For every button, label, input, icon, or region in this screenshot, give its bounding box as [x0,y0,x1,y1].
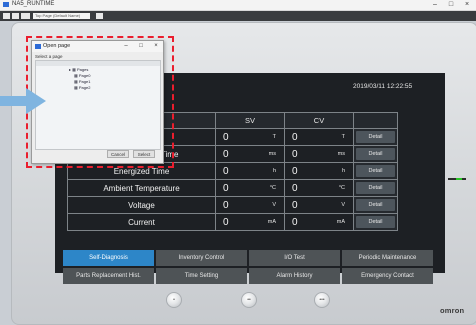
sv-unit: h [272,168,276,174]
cv-unit: mA [336,219,345,225]
page-combo[interactable]: Top Page (Default Name) [33,13,90,19]
sv-value: 0 [223,132,229,143]
cv-value: 0 [292,217,298,228]
sv-value: 0 [223,166,229,177]
detail-button[interactable]: Detail [356,131,395,143]
cv-value: 0 [292,183,298,194]
row-label: Voltage [67,196,216,214]
detail-button[interactable]: Detail [356,165,395,177]
cv-value: 0 [292,132,298,143]
sv-cell: 0T [215,128,285,146]
header-blank [353,112,398,129]
row-label: Ambient Temperature [67,179,216,197]
detail-cell: Detail [353,196,398,214]
menu-emergency-contact[interactable]: Emergency Contact [342,268,433,284]
sv-cell: 0V [215,196,285,214]
power-led [456,178,462,180]
arrow-shape [0,88,46,114]
highlight-frame [26,36,174,168]
window-title: NA5_RUNTIME [12,1,55,7]
table-row: Current 0 mA 0 mA Detail [67,213,398,231]
cv-unit: T [341,134,345,140]
toolbar-button-1[interactable] [3,13,10,19]
cv-cell: 0 mA [284,213,354,231]
sv-unit: V [272,202,276,208]
bezel-button-2[interactable]: •• [241,292,257,308]
sv-unit: °C [269,185,276,191]
sv-value: 0 [223,183,229,194]
cv-unit: °C [338,185,345,191]
sv-cell: 0 ms [215,145,285,163]
cv-cell: 0V [284,196,354,214]
omron-logo: omron [440,306,465,315]
sv-value: 0 [223,200,229,211]
toolbar-button-4[interactable] [96,13,103,19]
sv-cell: 0 °C [215,179,285,197]
menu-parts-replacement-hist[interactable]: Parts Replacement Hist. [63,268,154,284]
table-row: Ambient Temperature 0 °C 0 °C Detail [67,179,398,197]
window-titlebar: NA5_RUNTIME – □ × [0,0,476,11]
close-button[interactable]: × [460,0,474,10]
cv-value: 0 [292,166,298,177]
detail-button[interactable]: Detail [356,216,395,228]
detail-button[interactable]: Detail [356,148,395,160]
datetime-display: 2019/03/11 12:22:55 [353,83,413,90]
toolbar-button-3[interactable] [21,13,30,19]
cv-unit: h [341,168,345,174]
maximize-button[interactable]: □ [444,0,458,10]
menu-self-diagnosis[interactable]: Self-Diagnosis [63,250,154,266]
table-row: Voltage 0V 0V Detail [67,196,398,214]
sv-unit: ms [268,151,276,157]
pointer-arrow [0,88,46,114]
function-menu: Self-Diagnosis Inventory Control I/O Tes… [63,250,433,284]
menu-alarm-history[interactable]: Alarm History [249,268,340,284]
app-icon [3,2,9,7]
menu-periodic-maintenance[interactable]: Periodic Maintenance [342,250,433,266]
detail-button[interactable]: Detail [356,199,395,211]
sv-value: 0 [223,217,229,228]
cv-value: 0 [292,149,298,160]
cv-cell: 0T [284,128,354,146]
row-label: Current [67,213,216,231]
cv-unit: ms [337,151,345,157]
cv-cell: 0 °C [284,179,354,197]
menu-time-setting[interactable]: Time Setting [156,268,247,284]
cv-cell: 0 ms [284,145,354,163]
toolbar-button-2[interactable] [12,13,19,19]
cv-unit: V [341,202,345,208]
cv-value: 0 [292,200,298,211]
detail-cell: Detail [353,128,398,146]
runtime-toolbar: Top Page (Default Name) [0,11,476,21]
menu-io-test[interactable]: I/O Test [249,250,340,266]
header-cv: CV [284,112,354,129]
detail-cell: Detail [353,179,398,197]
menu-inventory-control[interactable]: Inventory Control [156,250,247,266]
detail-cell: Detail [353,145,398,163]
cv-cell: 0h [284,162,354,180]
sv-unit: T [272,134,276,140]
detail-cell: Detail [353,162,398,180]
bezel-button-3[interactable]: ••• [314,292,330,308]
detail-button[interactable]: Detail [356,182,395,194]
header-sv: SV [215,112,285,129]
sv-value: 0 [223,149,229,160]
detail-cell: Detail [353,213,398,231]
sv-unit: mA [267,219,276,225]
bezel-button-1[interactable]: • [166,292,182,308]
minimize-button[interactable]: – [428,0,442,10]
sv-cell: 0 mA [215,213,285,231]
sv-cell: 0h [215,162,285,180]
